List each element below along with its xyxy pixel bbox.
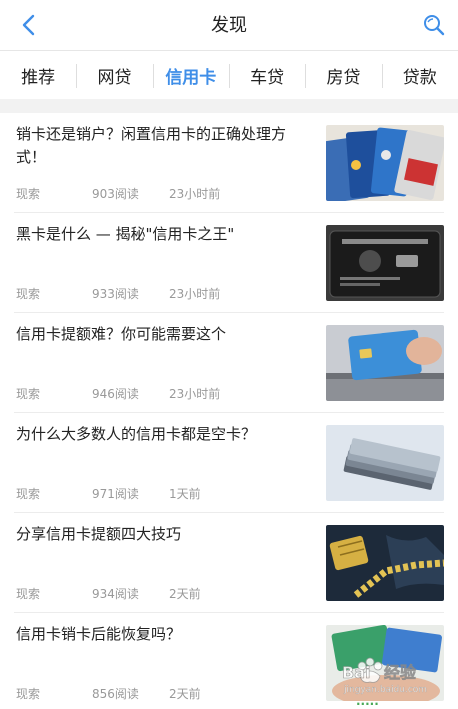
tab-loan[interactable]: 贷款	[381, 51, 458, 99]
article-thumbnail[interactable]	[326, 325, 444, 401]
article-time: 23小时前	[169, 387, 221, 401]
article-time: 2天前	[169, 687, 201, 701]
article-item[interactable]: 黑卡是什么 — 揭秘"信用卡之王" 现索 933阅读 23小时前	[14, 213, 444, 313]
page-title: 发现	[211, 15, 247, 36]
article-time: 23小时前	[169, 187, 221, 201]
article-title[interactable]: 信用卡提额难？你可能需要这个	[16, 323, 312, 346]
tab-recommend[interactable]: 推荐	[0, 51, 76, 99]
article-source: 现索	[16, 287, 41, 301]
article-time: 2天前	[169, 587, 201, 601]
article-time: 1天前	[169, 487, 201, 501]
article-list: 销卡还是销户？闲置信用卡的正确处理方式！ 现索 903阅读 23小时前 黑卡是什…	[0, 113, 458, 709]
article-reads: 946阅读	[92, 387, 139, 401]
article-reads: 933阅读	[92, 287, 139, 301]
article-item[interactable]: 为什么大多数人的信用卡都是空卡？ 现索 971阅读 1天前	[14, 413, 444, 513]
article-thumbnail[interactable]	[326, 225, 444, 301]
article-meta: 现索 933阅读 23小时前	[16, 285, 220, 302]
article-reads: 934阅读	[92, 587, 139, 601]
article-source: 现索	[16, 387, 41, 401]
search-icon[interactable]	[420, 11, 448, 39]
article-title[interactable]: 销卡还是销户？闲置信用卡的正确处理方式！	[16, 123, 312, 169]
article-item[interactable]: 销卡还是销户？闲置信用卡的正确处理方式！ 现索 903阅读 23小时前	[14, 113, 444, 213]
tab-online-loan[interactable]: 网贷	[76, 51, 152, 99]
tab-car-loan[interactable]: 车贷	[228, 51, 305, 99]
article-source: 现索	[16, 187, 41, 201]
baidu-jingyan-watermark: Bai 经验 jingyan.baidu.com ·····	[338, 630, 448, 709]
article-source: 现索	[16, 687, 41, 701]
article-meta: 现索 971阅读 1天前	[16, 485, 201, 502]
top-bar: 发现	[0, 0, 458, 51]
article-thumbnail[interactable]	[326, 525, 444, 601]
article-reads: 971阅读	[92, 487, 139, 501]
article-item[interactable]: 信用卡提额难？你可能需要这个 现索 946阅读 23小时前	[14, 313, 444, 413]
article-reads: 903阅读	[92, 187, 139, 201]
article-title[interactable]: 为什么大多数人的信用卡都是空卡？	[16, 423, 312, 446]
article-thumbnail[interactable]	[326, 125, 444, 201]
svg-text:·····: ·····	[356, 697, 379, 709]
article-source: 现索	[16, 487, 41, 501]
article-meta: 现索 903阅读 23小时前	[16, 185, 220, 202]
svg-text:经验: 经验	[384, 663, 417, 682]
article-title[interactable]: 黑卡是什么 — 揭秘"信用卡之王"	[16, 223, 312, 246]
article-source: 现索	[16, 587, 41, 601]
article-meta: 现索 934阅读 2天前	[16, 585, 201, 602]
section-divider	[0, 99, 458, 113]
article-title[interactable]: 分享信用卡提额四大技巧	[16, 523, 312, 546]
article-thumbnail[interactable]	[326, 425, 444, 501]
tab-credit-card[interactable]: 信用卡	[152, 51, 229, 99]
article-item[interactable]: 分享信用卡提额四大技巧 现索 934阅读 2天前	[14, 513, 444, 613]
article-time: 23小时前	[169, 287, 221, 301]
article-meta: 现索 946阅读 23小时前	[16, 385, 220, 402]
article-title[interactable]: 信用卡销卡后能恢复吗？	[16, 623, 312, 646]
article-meta: 现索 856阅读 2天前	[16, 685, 201, 702]
svg-text:jingyan.baidu.com: jingyan.baidu.com	[343, 685, 427, 695]
svg-text:Bai: Bai	[342, 663, 370, 682]
article-reads: 856阅读	[92, 687, 139, 701]
category-tabs: 推荐 网贷 信用卡 车贷 房贷 贷款	[0, 51, 458, 99]
tab-mortgage[interactable]: 房贷	[305, 51, 381, 99]
